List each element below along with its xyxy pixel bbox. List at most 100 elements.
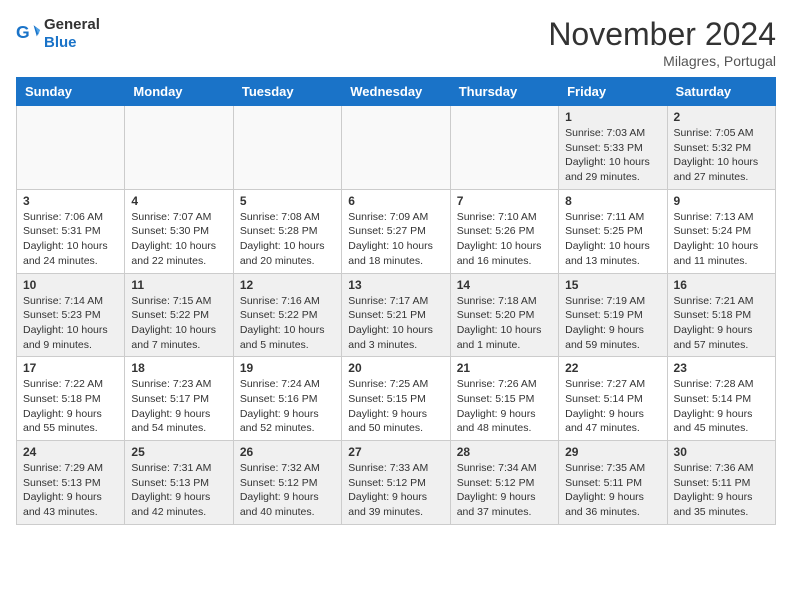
calendar-day-cell: 6 Sunrise: 7:09 AMSunset: 5:27 PMDaylight… [342, 189, 450, 273]
day-number: 22 [565, 361, 660, 375]
day-number: 25 [131, 445, 226, 459]
day-number: 23 [674, 361, 769, 375]
day-info: Sunrise: 7:24 AMSunset: 5:16 PMDaylight:… [240, 377, 335, 436]
day-info: Sunrise: 7:32 AMSunset: 5:12 PMDaylight:… [240, 461, 335, 520]
logo-general: General [44, 16, 100, 33]
day-info: Sunrise: 7:07 AMSunset: 5:30 PMDaylight:… [131, 210, 226, 269]
calendar-day-cell: 1 Sunrise: 7:03 AMSunset: 5:33 PMDaylight… [559, 106, 667, 190]
calendar-day-cell: 16 Sunrise: 7:21 AMSunset: 5:18 PMDayligh… [667, 273, 775, 357]
day-info: Sunrise: 7:25 AMSunset: 5:15 PMDaylight:… [348, 377, 443, 436]
day-info: Sunrise: 7:17 AMSunset: 5:21 PMDaylight:… [348, 294, 443, 353]
logo-blue: Blue [44, 34, 77, 51]
calendar-day-cell: 24 Sunrise: 7:29 AMSunset: 5:13 PMDayligh… [17, 441, 125, 525]
day-info: Sunrise: 7:13 AMSunset: 5:24 PMDaylight:… [674, 210, 769, 269]
calendar-week-row: 10 Sunrise: 7:14 AMSunset: 5:23 PMDayligh… [17, 273, 776, 357]
day-info: Sunrise: 7:08 AMSunset: 5:28 PMDaylight:… [240, 210, 335, 269]
day-info: Sunrise: 7:21 AMSunset: 5:18 PMDaylight:… [674, 294, 769, 353]
day-number: 14 [457, 278, 552, 292]
day-info: Sunrise: 7:19 AMSunset: 5:19 PMDaylight:… [565, 294, 660, 353]
calendar-day-cell: 7 Sunrise: 7:10 AMSunset: 5:26 PMDaylight… [450, 189, 558, 273]
calendar-header-row: SundayMondayTuesdayWednesdayThursdayFrid… [17, 78, 776, 106]
day-number: 19 [240, 361, 335, 375]
day-info: Sunrise: 7:28 AMSunset: 5:14 PMDaylight:… [674, 377, 769, 436]
day-info: Sunrise: 7:34 AMSunset: 5:12 PMDaylight:… [457, 461, 552, 520]
day-number: 3 [23, 194, 118, 208]
calendar-day-cell: 13 Sunrise: 7:17 AMSunset: 5:21 PMDayligh… [342, 273, 450, 357]
calendar-week-row: 17Sunrise: 7:22 AMSunset: 5:18 PMDayligh… [17, 357, 776, 441]
day-number: 20 [348, 361, 443, 375]
weekday-header: Friday [559, 78, 667, 106]
day-number: 18 [131, 361, 226, 375]
calendar-day-cell: 3 Sunrise: 7:06 AMSunset: 5:31 PMDaylight… [17, 189, 125, 273]
day-info: Sunrise: 7:15 AMSunset: 5:22 PMDaylight:… [131, 294, 226, 353]
calendar-day-cell: 29 Sunrise: 7:35 AMSunset: 5:11 PMDayligh… [559, 441, 667, 525]
calendar-day-cell: 21Sunrise: 7:26 AMSunset: 5:15 PMDayligh… [450, 357, 558, 441]
day-number: 7 [457, 194, 552, 208]
day-number: 8 [565, 194, 660, 208]
weekday-header: Tuesday [233, 78, 341, 106]
calendar-day-cell: 27 Sunrise: 7:33 AMSunset: 5:12 PMDayligh… [342, 441, 450, 525]
calendar-day-cell: 18 Sunrise: 7:23 AMSunset: 5:17 PMDayligh… [125, 357, 233, 441]
day-number: 29 [565, 445, 660, 459]
calendar-table: SundayMondayTuesdayWednesdayThursdayFrid… [16, 77, 776, 525]
day-number: 26 [240, 445, 335, 459]
calendar-day-cell: 12 Sunrise: 7:16 AMSunset: 5:22 PMDayligh… [233, 273, 341, 357]
logo: G General Blue [16, 16, 100, 52]
calendar-day-cell: 5Sunrise: 7:08 AMSunset: 5:28 PMDaylight… [233, 189, 341, 273]
day-number: 30 [674, 445, 769, 459]
calendar-day-cell [125, 106, 233, 190]
calendar-day-cell: 4 Sunrise: 7:07 AMSunset: 5:30 PMDaylight… [125, 189, 233, 273]
day-number: 24 [23, 445, 118, 459]
calendar-day-cell: 8 Sunrise: 7:11 AMSunset: 5:25 PMDaylight… [559, 189, 667, 273]
calendar-day-cell: 28 Sunrise: 7:34 AMSunset: 5:12 PMDayligh… [450, 441, 558, 525]
day-info: Sunrise: 7:27 AMSunset: 5:14 PMDaylight:… [565, 377, 660, 436]
logo-text: General Blue [44, 16, 100, 52]
calendar-day-cell: 22 Sunrise: 7:27 AMSunset: 5:14 PMDayligh… [559, 357, 667, 441]
calendar-day-cell: 15Sunrise: 7:19 AMSunset: 5:19 PMDayligh… [559, 273, 667, 357]
calendar-day-cell [342, 106, 450, 190]
calendar-day-cell: 17Sunrise: 7:22 AMSunset: 5:18 PMDayligh… [17, 357, 125, 441]
day-info: Sunrise: 7:16 AMSunset: 5:22 PMDaylight:… [240, 294, 335, 353]
location: Milagres, Portugal [548, 53, 776, 69]
day-number: 1 [565, 110, 660, 124]
calendar-week-row: 3 Sunrise: 7:06 AMSunset: 5:31 PMDaylight… [17, 189, 776, 273]
calendar-day-cell: 26 Sunrise: 7:32 AMSunset: 5:12 PMDayligh… [233, 441, 341, 525]
calendar-day-cell: 25 Sunrise: 7:31 AMSunset: 5:13 PMDayligh… [125, 441, 233, 525]
day-info: Sunrise: 7:33 AMSunset: 5:12 PMDaylight:… [348, 461, 443, 520]
day-info: Sunrise: 7:05 AMSunset: 5:32 PMDaylight:… [674, 126, 769, 185]
day-number: 2 [674, 110, 769, 124]
calendar-day-cell: 30Sunrise: 7:36 AMSunset: 5:11 PMDayligh… [667, 441, 775, 525]
day-number: 6 [348, 194, 443, 208]
day-info: Sunrise: 7:29 AMSunset: 5:13 PMDaylight:… [23, 461, 118, 520]
day-number: 27 [348, 445, 443, 459]
weekday-header: Wednesday [342, 78, 450, 106]
day-info: Sunrise: 7:14 AMSunset: 5:23 PMDaylight:… [23, 294, 118, 353]
day-info: Sunrise: 7:31 AMSunset: 5:13 PMDaylight:… [131, 461, 226, 520]
day-info: Sunrise: 7:10 AMSunset: 5:26 PMDaylight:… [457, 210, 552, 269]
calendar-day-cell: 14Sunrise: 7:18 AMSunset: 5:20 PMDayligh… [450, 273, 558, 357]
weekday-header: Sunday [17, 78, 125, 106]
calendar-day-cell: 11 Sunrise: 7:15 AMSunset: 5:22 PMDayligh… [125, 273, 233, 357]
day-info: Sunrise: 7:09 AMSunset: 5:27 PMDaylight:… [348, 210, 443, 269]
day-number: 9 [674, 194, 769, 208]
calendar-day-cell: 23 Sunrise: 7:28 AMSunset: 5:14 PMDayligh… [667, 357, 775, 441]
day-info: Sunrise: 7:06 AMSunset: 5:31 PMDaylight:… [23, 210, 118, 269]
day-number: 12 [240, 278, 335, 292]
day-info: Sunrise: 7:03 AMSunset: 5:33 PMDaylight:… [565, 126, 660, 185]
day-number: 21 [457, 361, 552, 375]
logo-icon: G [16, 22, 40, 46]
day-number: 13 [348, 278, 443, 292]
calendar-day-cell [450, 106, 558, 190]
day-info: Sunrise: 7:11 AMSunset: 5:25 PMDaylight:… [565, 210, 660, 269]
day-number: 11 [131, 278, 226, 292]
title-area: November 2024 Milagres, Portugal [548, 16, 776, 69]
day-number: 10 [23, 278, 118, 292]
day-number: 28 [457, 445, 552, 459]
day-info: Sunrise: 7:23 AMSunset: 5:17 PMDaylight:… [131, 377, 226, 436]
day-info: Sunrise: 7:35 AMSunset: 5:11 PMDaylight:… [565, 461, 660, 520]
calendar-day-cell: 19 Sunrise: 7:24 AMSunset: 5:16 PMDayligh… [233, 357, 341, 441]
calendar-day-cell [17, 106, 125, 190]
day-number: 4 [131, 194, 226, 208]
day-number: 16 [674, 278, 769, 292]
svg-text:G: G [16, 22, 30, 42]
